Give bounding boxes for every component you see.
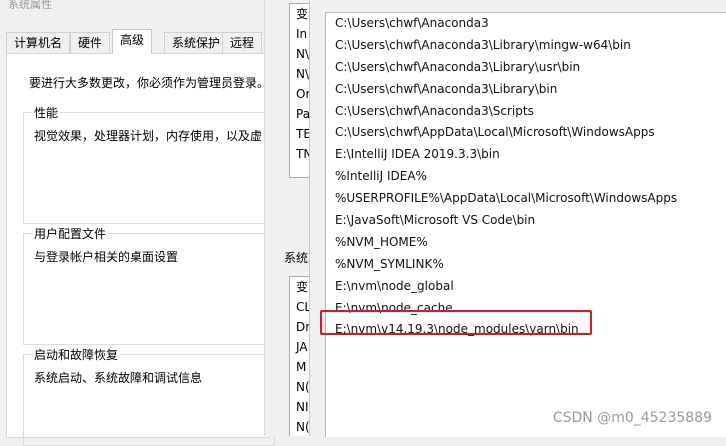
path-entry[interactable]: %USERPROFILE%\AppData\Local\Microsoft\Wi… (326, 188, 726, 210)
system-properties-window: 系统属性 计算机名 硬件 高级 系统保护 远程 要进行大多数更改，你必须作为管理… (0, 0, 275, 446)
path-entry[interactable]: E:\nvm\node_cache (326, 298, 726, 320)
path-entry[interactable]: E:\nvm\node_global (326, 276, 726, 298)
group-description: 与登录帐户相关的桌面设置 (34, 250, 179, 264)
tab-system-protection[interactable]: 系统保护 (164, 32, 229, 53)
admin-message: 要进行大多数更改，你必须作为管理员登录。 (29, 76, 270, 90)
path-entry[interactable]: C:\Users\chwf\AppData\Local\Microsoft\Wi… (326, 122, 726, 144)
path-entry[interactable]: %IntelliJ IDEA% (326, 166, 726, 188)
path-entry[interactable]: %NVM_SYMLINK% (326, 254, 726, 276)
path-entry[interactable]: E:\JavaSoft\Microsoft VS Code\bin (326, 210, 726, 232)
path-entry[interactable]: C:\Users\chwf\Anaconda3\Library\bin (326, 79, 726, 101)
group-description: 系统启动、系统故障和调试信息 (34, 371, 203, 385)
tab-hardware[interactable]: 硬件 (70, 32, 111, 53)
tab-advanced[interactable]: 高级 (112, 29, 153, 54)
path-entry-list[interactable]: C:\Users\chwf\Anaconda3 C:\Users\chwf\An… (325, 12, 726, 437)
system-variables-label: 系统 (284, 251, 309, 265)
tab-remote[interactable]: 远程 (222, 32, 263, 53)
advanced-tab-panel: 要进行大多数更改，你必须作为管理员登录。 性能 视觉效果，处理器计划，内存使用，… (6, 53, 275, 446)
path-entry[interactable]: C:\Users\chwf\Anaconda3\Library\mingw-w6… (326, 35, 726, 57)
path-entry[interactable]: C:\Users\chwf\Anaconda3 (326, 13, 726, 35)
group-title: 用户配置文件 (32, 225, 109, 242)
user-profiles-group: 用户配置文件 与登录帐户相关的桌面设置 (23, 225, 275, 345)
group-title: 启动和故障恢复 (32, 346, 121, 363)
group-title: 性能 (32, 104, 61, 121)
edit-environment-variable-window: C:\Users\chwf\Anaconda3 C:\Users\chwf\An… (309, 0, 726, 437)
window-title: 系统属性 (8, 0, 52, 11)
watermark: CSDN @m0_45235889 (552, 410, 712, 426)
path-entry[interactable]: C:\Users\chwf\Anaconda3\Library\usr\bin (326, 57, 726, 79)
path-entry[interactable]: C:\Users\chwf\Anaconda3\Scripts (326, 101, 726, 123)
startup-recovery-group: 启动和故障恢复 系统启动、系统故障和调试信息 (23, 346, 275, 446)
path-entry[interactable]: E:\IntelliJ IDEA 2019.3.3\bin (326, 144, 726, 166)
performance-group: 性能 视觉效果，处理器计划，内存使用，以及虚 (23, 104, 275, 224)
path-entry[interactable]: %NVM_HOME% (326, 232, 726, 254)
tab-bar: 计算机名 硬件 高级 系统保护 远程 (6, 29, 264, 54)
group-description: 视觉效果，处理器计划，内存使用，以及虚 (34, 129, 263, 143)
tab-computer-name[interactable]: 计算机名 (6, 32, 71, 53)
path-entry-highlighted[interactable]: E:\nvm\v14.19.3\node_modules\yarn\bin (326, 319, 726, 341)
